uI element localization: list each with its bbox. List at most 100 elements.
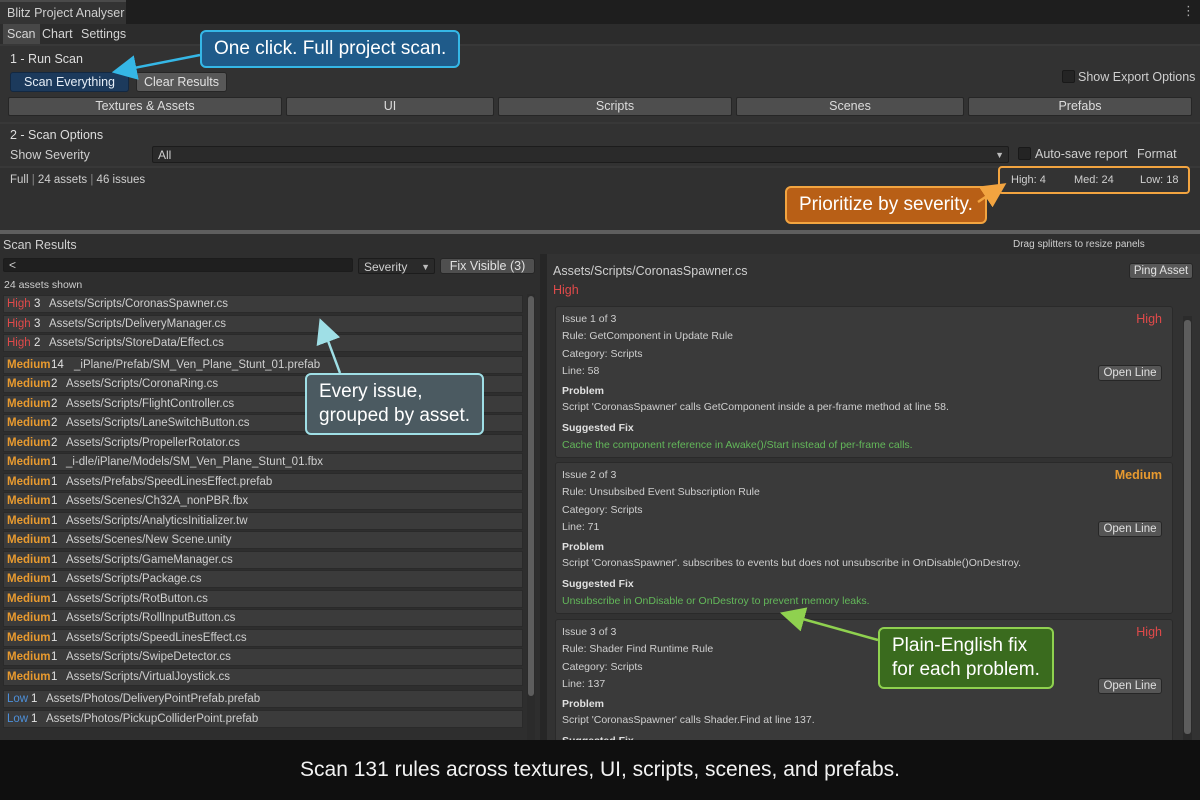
tab-scan[interactable]: Scan	[3, 24, 40, 44]
list-item[interactable]: Medium 1 Assets/Prefabs/SpeedLinesEffect.p…	[3, 472, 523, 491]
suggested-fix-text: Cache the component reference in Awake()…	[562, 439, 913, 451]
list-item[interactable]: Medium 14 _iPlane/Prefab/SM_Ven_Plane_Stun…	[3, 355, 523, 374]
list-item[interactable]: Medium 1 Assets/Scripts/Package.cs	[3, 570, 523, 588]
list-item[interactable]: Medium 1 Assets/Scripts/SpeedLinesEffect.c…	[3, 628, 523, 647]
list-item[interactable]: Medium 1 Assets/Scenes/Ch32A_nonPBR.fbx	[3, 492, 523, 510]
row-asset-path: Assets/Scripts/FlightController.cs	[66, 397, 235, 410]
row-severity: Medium	[7, 670, 51, 683]
clear-results-button[interactable]: Clear Results	[136, 72, 227, 92]
list-item[interactable]: Medium 1 Assets/Scripts/RotButton.cs	[3, 589, 523, 608]
row-severity: Low	[7, 693, 29, 705]
list-item[interactable]: Medium 1 Assets/Scenes/New Scene.unity	[3, 531, 523, 549]
list-item[interactable]: High 3 Assets/Scripts/DeliveryManager.cs	[3, 314, 523, 333]
list-item[interactable]: Medium 1 Assets/Scripts/VirtualJoystick.cs	[3, 667, 523, 686]
issue-severity: Medium	[1114, 468, 1162, 482]
window-title[interactable]: Blitz Project Analyser	[0, 0, 126, 24]
list-item[interactable]: Low 1 Assets/Photos/PickupColliderPoint.pr…	[3, 709, 523, 728]
run-scan-title: 1 - Run Scan	[10, 52, 83, 66]
row-asset-path: Assets/Scenes/Ch32A_nonPBR.fbx	[66, 495, 249, 507]
list-item[interactable]: Low 1 Assets/Photos/DeliveryPointPrefab.pr…	[3, 690, 523, 708]
show-severity-dropdown[interactable]: All ▼	[152, 146, 1009, 163]
issue-card: Issue 2 of 3 Medium Rule: Unsubsibed Event…	[555, 462, 1173, 614]
issue-rule: Rule: Unsubsibed Event Subscription Rule	[562, 486, 760, 498]
row-asset-path: Assets/Scripts/VirtualJoystick.cs	[66, 670, 231, 683]
row-issue-count: 1	[51, 592, 58, 605]
category-prefabs-button[interactable]: Prefabs	[968, 97, 1192, 116]
open-line-button[interactable]: Open Line	[1098, 521, 1162, 537]
issue-rule: Rule: GetComponent in Update Rule	[562, 330, 734, 342]
asset-list-panel: < Severity ▼ Fix Visible (3) 24 assets s…	[0, 254, 540, 740]
status-issues: 46 issues	[96, 174, 146, 186]
tab-chart[interactable]: Chart	[38, 24, 77, 44]
list-item[interactable]: Medium 1 Assets/Scripts/AnalyticsInitializ…	[3, 511, 523, 530]
show-export-options-checkbox[interactable]	[1062, 70, 1075, 83]
results-title: Scan Results	[3, 238, 77, 252]
open-line-button[interactable]: Open Line	[1098, 678, 1162, 694]
detail-scrollbar[interactable]	[1183, 316, 1192, 740]
fix-visible-button[interactable]: Fix Visible (3)	[440, 258, 535, 274]
row-severity: High	[7, 337, 31, 349]
list-item[interactable]: Medium 1 Assets/Scripts/GameManager.cs	[3, 550, 523, 569]
ping-asset-button[interactable]: Ping Asset	[1129, 263, 1193, 279]
row-asset-path: Assets/Scripts/RotButton.cs	[66, 592, 208, 605]
format-label[interactable]: Format	[1137, 147, 1177, 161]
resize-hint: Drag splitters to resize panels	[1013, 239, 1145, 250]
detail-asset-path: Assets/Scripts/CoronasSpawner.cs	[553, 264, 748, 278]
callout-plain-fix-line1: Plain-English fix	[892, 635, 1028, 656]
status-summary: Full | 24 assets | 46 issues	[10, 174, 146, 186]
category-scripts-button[interactable]: Scripts	[498, 97, 732, 116]
row-issue-count: 2	[51, 436, 58, 449]
row-issue-count: 1	[51, 670, 58, 683]
row-asset-path: _i-dle/iPlane/Models/SM_Ven_Plane_Stunt_…	[66, 456, 324, 468]
problem-text: Script 'CoronasSpawner'. subscribes to e…	[562, 557, 1022, 569]
vertical-splitter[interactable]	[540, 254, 547, 740]
issue-header: Issue 2 of 3	[562, 469, 617, 481]
category-ui-button[interactable]: UI	[286, 97, 494, 116]
more-vertical-icon[interactable]: ⋮	[1182, 3, 1195, 19]
list-item[interactable]: Medium 1 Assets/Scripts/RollInputButton.cs	[3, 609, 523, 627]
suggested-fix-label: Suggested Fix	[562, 735, 634, 740]
list-item[interactable]: Medium 1 Assets/Scripts/SwipeDetector.cs	[3, 648, 523, 666]
row-issue-count: 3	[34, 298, 41, 310]
suggested-fix-label: Suggested Fix	[562, 422, 634, 434]
problem-text: Script 'CoronasSpawner' calls GetCompone…	[562, 401, 949, 413]
row-asset-path: Assets/Photos/DeliveryPointPrefab.prefab	[46, 693, 261, 705]
list-scroll-thumb[interactable]	[528, 296, 534, 696]
row-issue-count: 3	[34, 317, 41, 330]
list-item[interactable]: Medium 1 _i-dle/iPlane/Models/SM_Ven_Plane…	[3, 453, 523, 471]
row-severity: Medium	[7, 436, 51, 449]
callout-one-click: One click. Full project scan.	[200, 30, 461, 68]
category-scenes-button[interactable]: Scenes	[736, 97, 964, 116]
auto-save-label: Auto-save report	[1035, 147, 1128, 161]
row-asset-path: Assets/Photos/PickupColliderPoint.prefab	[46, 712, 259, 725]
problem-label: Problem	[562, 698, 605, 710]
problem-label: Problem	[562, 541, 605, 553]
row-asset-path: Assets/Scripts/LaneSwitchButton.cs	[66, 417, 250, 429]
tab-settings[interactable]: Settings	[77, 24, 130, 44]
issue-card: Issue 1 of 3 High Rule: GetComponent in Up…	[555, 306, 1173, 458]
issue-category: Category: Scripts	[562, 661, 643, 673]
list-item[interactable]: High 2 Assets/Scripts/StoreData/Effect.cs	[3, 334, 523, 352]
search-input[interactable]: <	[3, 258, 353, 272]
issue-line: Line: 71	[562, 521, 600, 533]
callout-every-issue-line2: grouped by asset.	[319, 405, 471, 426]
auto-save-checkbox[interactable]	[1018, 147, 1031, 160]
show-export-options-label: Show Export Options	[1078, 70, 1196, 84]
scan-everything-button[interactable]: Scan Everything	[10, 72, 129, 92]
row-issue-count: 1	[31, 693, 38, 705]
open-line-button[interactable]: Open Line	[1098, 365, 1162, 381]
issue-severity: High	[1136, 312, 1162, 326]
list-scrollbar[interactable]	[527, 294, 535, 740]
row-issue-count: 14	[51, 358, 64, 371]
list-item[interactable]: Medium 2 Assets/Scripts/PropellerRotator.c…	[3, 433, 523, 452]
detail-scroll-thumb[interactable]	[1184, 320, 1191, 734]
issue-header: Issue 3 of 3	[562, 626, 617, 638]
med-count: Med: 24	[1074, 174, 1114, 186]
row-asset-path: Assets/Scripts/StoreData/Effect.cs	[49, 337, 224, 349]
sort-dropdown[interactable]: Severity ▼	[358, 258, 435, 274]
issue-line: Line: 137	[562, 678, 606, 690]
row-asset-path: Assets/Scripts/AnalyticsInitializer.tw	[66, 514, 248, 527]
list-item[interactable]: High 3 Assets/Scripts/CoronasSpawner.cs	[3, 295, 523, 313]
detail-severity: High	[553, 283, 579, 297]
category-textures-button[interactable]: Textures & Assets	[8, 97, 282, 116]
